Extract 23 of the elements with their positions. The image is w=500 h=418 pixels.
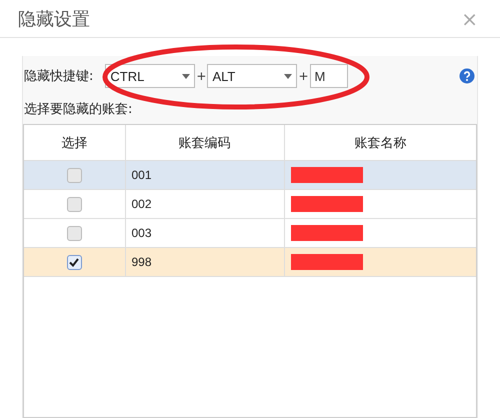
table-row[interactable]: 003	[24, 218, 476, 248]
dropdown-caret-icon	[182, 74, 190, 78]
dialog-title: 隐藏设置	[18, 8, 90, 30]
key-input[interactable]: M	[310, 64, 348, 88]
row-checkbox[interactable]	[66, 196, 82, 212]
row-checkbox[interactable]	[66, 226, 82, 240]
row-checkbox[interactable]	[66, 168, 82, 182]
row-checkbox[interactable]	[66, 254, 82, 270]
table-row[interactable]: 998	[24, 248, 476, 276]
plus-sign: +	[298, 69, 309, 83]
key-select[interactable]: ALT	[207, 64, 298, 88]
table-cell: 001	[132, 168, 152, 182]
accounts-label: 选择要隐藏的账套:	[24, 101, 134, 118]
table-cell: 998	[132, 255, 152, 269]
help-icon[interactable]	[459, 68, 475, 84]
table-cell: 002	[132, 197, 152, 211]
table-row[interactable]: 002	[24, 190, 476, 218]
table-cell: 003	[132, 226, 152, 240]
dropdown-caret-icon	[284, 74, 292, 78]
shortcut-label: 隐藏快捷键:	[24, 68, 94, 85]
table-row[interactable]: 001	[24, 160, 476, 190]
key-select[interactable]: CTRL	[105, 64, 196, 88]
plus-sign: +	[196, 69, 206, 83]
